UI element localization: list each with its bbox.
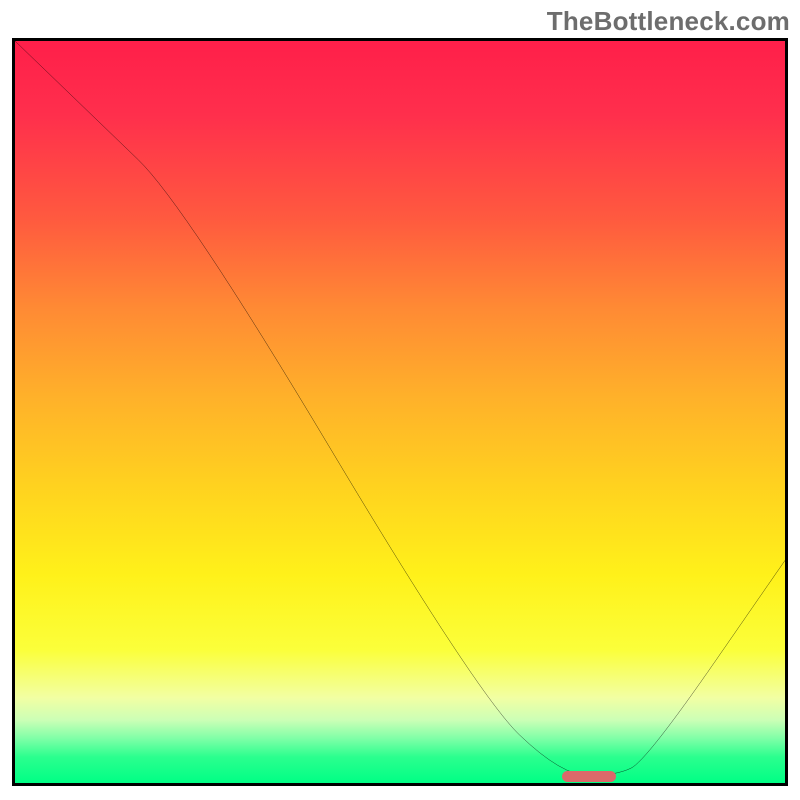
optimal-range-marker — [562, 771, 616, 782]
bottleneck-curve — [15, 41, 785, 783]
plot-area — [12, 38, 788, 786]
chart-frame: TheBottleneck.com — [0, 0, 800, 800]
watermark-label: TheBottleneck.com — [547, 6, 790, 37]
